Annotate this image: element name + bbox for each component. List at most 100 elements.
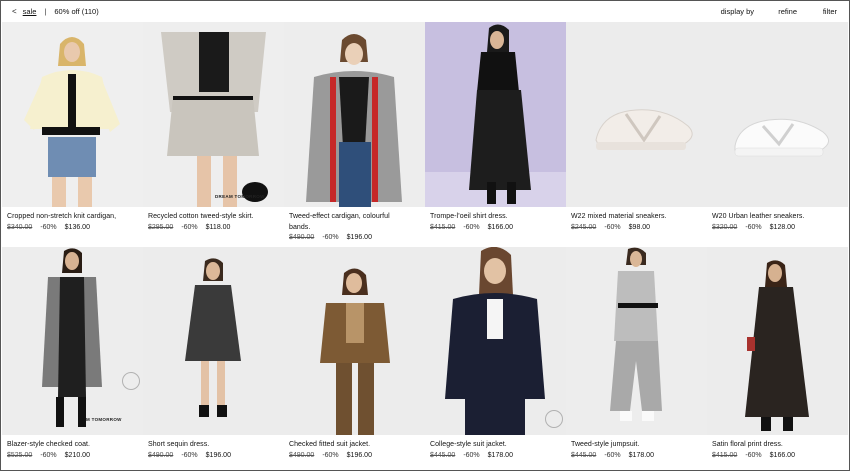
product-name[interactable]: Blazer-style checked coat. (7, 440, 141, 451)
price-row: $525.00 -60% $210.00 (7, 451, 141, 462)
product-name-line2[interactable]: bands. (289, 223, 423, 234)
sale-price: $196.00 (346, 451, 372, 459)
back-arrow-icon[interactable]: < (12, 7, 17, 16)
sale-price: $166.00 (769, 451, 795, 459)
original-price: $340.00 (7, 223, 33, 231)
price-row: $445.00 -60% $178.00 (571, 451, 705, 462)
price-row: $245.00 -60% $98.00 (571, 223, 705, 234)
price-row: $340.00 -60% $136.00 (7, 223, 141, 234)
breadcrumb-current-filter: 60% off (110) (54, 6, 99, 16)
product-info: Checked fitted suit jacket. $490.00 -60%… (289, 440, 423, 461)
product-info: Blazer-style checked coat. $525.00 -60% … (7, 440, 141, 461)
discount-badge: -60% (745, 223, 762, 231)
price-row: $415.00 -60% $166.00 (712, 451, 846, 462)
original-price: $445.00 (571, 451, 597, 459)
product-card[interactable]: Cropped non-stretch knit cardigan, $340.… (2, 22, 143, 247)
original-price: $490.00 (289, 234, 315, 241)
discount-badge: -60% (463, 223, 480, 231)
product-grid: Cropped non-stretch knit cardigan, $340.… (2, 22, 848, 469)
product-image[interactable] (707, 22, 848, 207)
product-card[interactable]: W22 mixed material sneakers. $245.00 -60… (566, 22, 707, 247)
product-image[interactable] (2, 22, 143, 207)
original-price: $295.00 (148, 223, 174, 231)
watermark-text: M TOMORROW (86, 417, 122, 422)
product-card[interactable]: Tweed-effect cardigan, colourful bands. … (284, 22, 425, 247)
product-name[interactable]: Cropped non-stretch knit cardigan, (7, 212, 141, 223)
sale-price: $118.00 (205, 223, 231, 231)
product-info: Trompe-l’oeil shirt dress. $415.00 -60% … (430, 212, 564, 233)
product-name[interactable]: Recycled cotton tweed-style skirt. (148, 212, 282, 223)
product-info: Tweed-effect cardigan, colourful bands. … (289, 212, 423, 244)
product-card[interactable]: Checked fitted suit jacket. $490.00 -60%… (284, 247, 425, 469)
product-card[interactable]: Short sequin dress. $490.00 -60% $196.00 (143, 247, 284, 469)
product-image[interactable] (284, 22, 425, 207)
original-price: $490.00 (289, 451, 315, 459)
discount-badge: -60% (604, 223, 621, 231)
product-card[interactable]: W20 Urban leather sneakers. $320.00 -60%… (707, 22, 848, 247)
price-row: $445.00 -60% $178.00 (430, 451, 564, 462)
product-card[interactable]: DREAM TOMORROW Recycled cotton tweed-sty… (143, 22, 284, 247)
original-price: $525.00 (7, 451, 33, 459)
original-price: $415.00 (430, 223, 456, 231)
discount-badge: -60% (463, 451, 480, 459)
product-image[interactable] (707, 247, 848, 435)
product-name[interactable]: W22 mixed material sneakers. (571, 212, 705, 223)
product-name[interactable]: Short sequin dress. (148, 440, 282, 451)
sale-price: $178.00 (487, 451, 513, 459)
product-image[interactable] (425, 22, 566, 207)
discount-badge: -60% (181, 223, 198, 231)
product-image[interactable] (143, 247, 284, 435)
watermark-text: DREAM TOMORROW (215, 194, 265, 199)
refine-button[interactable]: refine (778, 7, 797, 16)
product-info: W22 mixed material sneakers. $245.00 -60… (571, 212, 705, 233)
price-row: $320.00 -60% $128.00 (712, 223, 846, 234)
breadcrumb: < sale | 60% off (110) (0, 7, 99, 16)
product-name[interactable]: W20 Urban leather sneakers. (712, 212, 846, 223)
product-name[interactable]: Tweed-effect cardigan, colourful (289, 212, 423, 223)
sale-price: $98.00 (628, 223, 651, 231)
product-image[interactable] (425, 247, 566, 435)
product-name[interactable]: Satin floral print dress. (712, 440, 846, 451)
top-bar: < sale | 60% off (110) display by refine… (0, 0, 850, 22)
product-card[interactable]: Trompe-l’oeil shirt dress. $415.00 -60% … (425, 22, 566, 247)
price-row: $295.00 -60% $118.00 (148, 223, 282, 234)
breadcrumb-sale-link[interactable]: sale (23, 7, 37, 16)
price-row: $490.00 -60% $196.00 (289, 233, 423, 244)
product-info: Recycled cotton tweed-style skirt. $295.… (148, 212, 282, 233)
price-row: $415.00 -60% $166.00 (430, 223, 564, 234)
product-image[interactable] (566, 22, 707, 207)
product-info: W20 Urban leather sneakers. $320.00 -60%… (712, 212, 846, 233)
original-price: $245.00 (571, 223, 597, 231)
product-image[interactable]: DREAM TOMORROW (143, 22, 284, 207)
product-name[interactable]: Tweed-style jumpsuit. (571, 440, 705, 451)
discount-badge: -60% (322, 451, 339, 459)
product-image[interactable] (284, 247, 425, 435)
product-name[interactable]: College-style suit jacket. (430, 440, 564, 451)
price-row: $490.00 -60% $196.00 (289, 451, 423, 462)
product-card[interactable]: M TOMORROW Blazer-style checked coat. $5… (2, 247, 143, 469)
product-card[interactable]: College-style suit jacket. $445.00 -60% … (425, 247, 566, 469)
product-info: Satin floral print dress. $415.00 -60% $… (712, 440, 846, 461)
sale-price: $178.00 (628, 451, 654, 459)
product-card[interactable]: Satin floral print dress. $415.00 -60% $… (707, 247, 848, 469)
product-info: Cropped non-stretch knit cardigan, $340.… (7, 212, 141, 233)
sale-price: $196.00 (346, 234, 372, 241)
original-price: $490.00 (148, 451, 174, 459)
sale-price: $210.00 (64, 451, 90, 459)
product-image[interactable]: M TOMORROW (2, 247, 143, 435)
discount-badge: -60% (322, 234, 339, 241)
original-price: $445.00 (430, 451, 456, 459)
original-price: $415.00 (712, 451, 738, 459)
filter-button[interactable]: filter (823, 7, 837, 16)
original-price: $320.00 (712, 223, 738, 231)
display-by-button[interactable]: display by (721, 7, 754, 16)
discount-badge: -60% (745, 451, 762, 459)
product-name[interactable]: Trompe-l’oeil shirt dress. (430, 212, 564, 223)
product-card[interactable]: Tweed-style jumpsuit. $445.00 -60% $178.… (566, 247, 707, 469)
discount-badge: -60% (604, 451, 621, 459)
product-image[interactable] (566, 247, 707, 435)
sale-price: $166.00 (487, 223, 513, 231)
discount-badge: -60% (40, 451, 57, 459)
product-name[interactable]: Checked fitted suit jacket. (289, 440, 423, 451)
product-info: Tweed-style jumpsuit. $445.00 -60% $178.… (571, 440, 705, 461)
